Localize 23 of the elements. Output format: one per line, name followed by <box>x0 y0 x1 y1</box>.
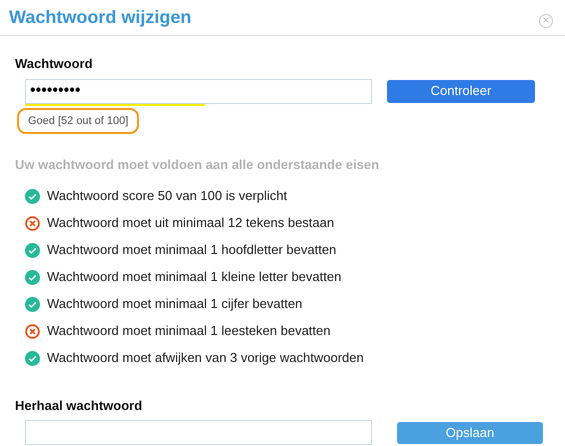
save-button[interactable]: Opslaan <box>397 422 543 444</box>
check-icon <box>25 188 40 204</box>
error-icon <box>25 324 40 338</box>
check-button[interactable]: Controleer <box>387 80 535 102</box>
requirement-text: Wachtwoord moet uit minimaal 12 tekens bestaan <box>47 214 334 232</box>
requirements-heading: Uw wachtwoord moet voldoen aan alle onderstaande eisen <box>15 156 380 174</box>
field-label: Herhaal wachtwoord <box>15 396 144 414</box>
requirement-text: Wachtwoord moet minimaal 1 cijfer bevatten <box>47 295 302 314</box>
field-label: Wachtwoord <box>15 55 94 73</box>
error-icon <box>25 216 40 230</box>
repeat-password-field[interactable] <box>25 420 372 445</box>
check-icon <box>25 350 40 366</box>
requirement-text: Wachtwoord score 50 van 100 is verplicht <box>47 187 288 206</box>
requirement-text: Wachtwoord moet minimaal 1 kleine letter bevatten <box>47 268 342 286</box>
password-field[interactable]: ••••••••• <box>25 78 372 104</box>
requirement-text: Wachtwoord moet minimaal 1 hoofdletter bevatten <box>47 241 336 260</box>
check-icon <box>25 270 40 284</box>
check-icon <box>25 296 40 312</box>
requirement-text: Wachtwoord moet afwijken van 3 vorige wachtwoorden <box>47 349 364 368</box>
requirement-text: Wachtwoord moet minimaal 1 leesteken bevatten <box>47 322 330 340</box>
window-title: Wachtwoord wijzigen <box>9 6 192 29</box>
check-icon <box>25 242 40 258</box>
strength-text: Goed [52 out of 100] <box>17 108 140 134</box>
